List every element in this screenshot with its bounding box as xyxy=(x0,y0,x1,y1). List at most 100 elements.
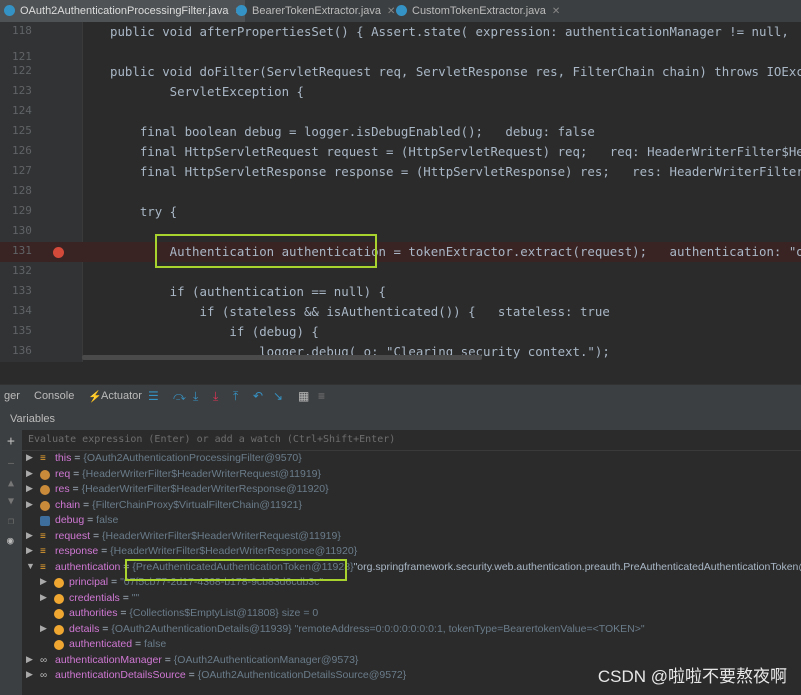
chevron-right-icon[interactable]: ▶ xyxy=(40,592,47,603)
chevron-right-icon[interactable]: ▶ xyxy=(40,623,47,634)
variable-name: principal xyxy=(69,576,109,588)
line-number: 122 xyxy=(12,64,32,77)
field-icon xyxy=(54,593,64,604)
tab-actuator[interactable]: Actuator xyxy=(101,390,142,402)
equals-sign: = xyxy=(98,545,111,557)
line-number: 127 xyxy=(12,164,32,177)
chevron-right-icon[interactable]: ▶ xyxy=(26,499,33,510)
field-icon: ≡ xyxy=(40,561,46,573)
evaluate-icon[interactable]: ▦ xyxy=(298,390,309,402)
menu-icon[interactable]: ☰ xyxy=(148,390,159,402)
step-into-icon[interactable]: ⤓ xyxy=(193,390,203,402)
down-icon[interactable]: ▼ xyxy=(8,496,14,507)
variable-name: authentication xyxy=(55,560,121,573)
tab-console[interactable]: Console xyxy=(34,390,74,402)
variable-row[interactable]: debug = false xyxy=(22,514,801,530)
class-icon xyxy=(396,5,407,16)
line-number: 128 xyxy=(12,184,32,197)
equals-sign: = xyxy=(117,607,130,619)
variable-row[interactable]: ▶ chain = {FilterChainProxy$VirtualFilter… xyxy=(22,499,801,515)
variable-row[interactable]: authorities = {Collections$EmptyList@118… xyxy=(22,607,801,623)
variable-value: {Collections$EmptyList@11808} size = 0 xyxy=(129,607,319,619)
tab-label: OAuth2AuthenticationProcessingFilter.jav… xyxy=(20,5,229,17)
variable-name: req xyxy=(55,467,71,480)
variable-text: res = {HeaderWriterFilter$HeaderWriterRe… xyxy=(55,483,329,495)
chevron-right-icon[interactable]: ▶ xyxy=(26,654,33,665)
variable-row[interactable]: ▶ details = {OAuth2AuthenticationDetails@… xyxy=(22,623,801,639)
copy-icon[interactable]: ❐ xyxy=(8,516,14,527)
tab-bearer-token-extractor[interactable]: BearerTokenExtractor.java ✕ xyxy=(232,0,402,22)
view-icon[interactable]: ◉ xyxy=(7,534,14,547)
tab-oauth2-filter[interactable]: OAuth2AuthenticationProcessingFilter.jav… xyxy=(0,0,245,22)
variable-name: debug xyxy=(55,514,85,526)
variable-value: false xyxy=(96,514,119,526)
class-icon xyxy=(236,5,247,16)
code-line: try { xyxy=(110,204,178,219)
line-number: 133 xyxy=(12,284,32,297)
variable-text: response = {HeaderWriterFilter$HeaderWri… xyxy=(55,545,357,557)
chevron-right-icon[interactable]: ▶ xyxy=(26,530,33,541)
variable-name: request xyxy=(55,529,91,542)
debug-toolbar: ger Console ⚡ Actuator ☰ ⤼ ⤓ ⤓ ⤒ ↶ ↘ ▦ ≡ xyxy=(0,384,801,409)
force-step-into-icon[interactable]: ⤓ xyxy=(213,390,223,402)
code-line: public void afterPropertiesSet() { Asser… xyxy=(110,24,789,39)
variable-row[interactable]: ▶ req = {HeaderWriterFilter$HeaderWriterR… xyxy=(22,468,801,484)
trace-icon[interactable]: ≡ xyxy=(318,390,328,402)
variable-text: details = {OAuth2AuthenticationDetails@1… xyxy=(69,623,645,635)
variable-value: false xyxy=(144,638,167,650)
chevron-right-icon[interactable]: ▶ xyxy=(26,545,33,556)
variable-row[interactable]: ▶ res = {HeaderWriterFilter$HeaderWriterR… xyxy=(22,483,801,499)
variable-row[interactable]: authenticated = false xyxy=(22,638,801,654)
field-icon: ≡ xyxy=(40,546,46,557)
variable-text: authenticated = false xyxy=(69,638,166,650)
variable-row[interactable]: ▶ ≡ this = {OAuth2AuthenticationProcessing… xyxy=(22,452,801,468)
close-icon[interactable]: ✕ xyxy=(552,6,560,17)
evaluate-expression-input[interactable]: Evaluate expression (Enter) or add a wat… xyxy=(22,430,801,451)
code-editor[interactable]: 118 public void afterPropertiesSet() { As… xyxy=(0,22,801,362)
field-icon xyxy=(54,624,64,635)
class-icon xyxy=(4,5,15,16)
breakpoint-icon[interactable] xyxy=(53,247,64,258)
variable-row[interactable]: ▶ ≡ request = {HeaderWriterFilter$HeaderWr… xyxy=(22,530,801,546)
line-number: 118 xyxy=(12,24,32,37)
highlight-box xyxy=(125,559,347,581)
field-icon xyxy=(54,578,64,588)
field-icon xyxy=(54,640,64,650)
watch-icon: ∞ xyxy=(40,670,48,681)
step-over-icon[interactable]: ⤼ xyxy=(173,390,186,402)
equals-sign: = xyxy=(70,467,83,480)
variable-text: credentials = "" xyxy=(69,592,139,604)
run-to-cursor-icon[interactable]: ↘ xyxy=(273,390,283,402)
minus-icon[interactable]: — xyxy=(8,458,14,469)
line-number: 134 xyxy=(12,304,32,317)
tab-debugger[interactable]: ger xyxy=(4,390,20,402)
chevron-down-icon[interactable]: ▼ xyxy=(26,561,35,571)
horizontal-scrollbar[interactable] xyxy=(82,355,482,360)
variable-row[interactable]: ▶ credentials = "" xyxy=(22,592,801,608)
variable-text: this = {OAuth2AuthenticationProcessingFi… xyxy=(55,452,302,464)
add-watch-icon[interactable]: + xyxy=(7,434,15,449)
variable-text: request = {HeaderWriterFilter$HeaderWrit… xyxy=(55,530,341,542)
editor-tab-bar: OAuth2AuthenticationProcessingFilter.jav… xyxy=(0,0,801,23)
debug-side-toolbar: + — ▲ ▼ ❐ ◉ xyxy=(0,430,22,695)
chevron-right-icon[interactable]: ▶ xyxy=(26,483,33,494)
variable-name: authenticationManager xyxy=(55,653,162,666)
line-number: 136 xyxy=(12,344,32,357)
chevron-right-icon[interactable]: ▶ xyxy=(26,468,33,479)
chevron-right-icon[interactable]: ▶ xyxy=(26,452,33,463)
variable-text: req = {HeaderWriterFilter$HeaderWriterRe… xyxy=(55,468,321,480)
drop-frame-icon[interactable]: ↶ xyxy=(253,390,263,402)
chevron-right-icon[interactable]: ▶ xyxy=(26,669,33,680)
step-out-icon[interactable]: ⤒ xyxy=(233,390,243,402)
variable-name: response xyxy=(55,545,99,557)
variable-name: chain xyxy=(55,498,81,511)
up-icon[interactable]: ▲ xyxy=(8,478,14,489)
variable-value: {HeaderWriterFilter$HeaderWriterRequest@… xyxy=(82,467,322,480)
equals-sign: = xyxy=(132,638,145,650)
equals-sign: = xyxy=(119,591,132,604)
chevron-right-icon[interactable]: ▶ xyxy=(40,576,47,587)
variable-text: authorities = {Collections$EmptyList@118… xyxy=(69,607,318,619)
line-number: 135 xyxy=(12,324,32,337)
line-number: 130 xyxy=(12,224,32,237)
tab-custom-token-extractor[interactable]: CustomTokenExtractor.java ✕ xyxy=(392,0,572,22)
